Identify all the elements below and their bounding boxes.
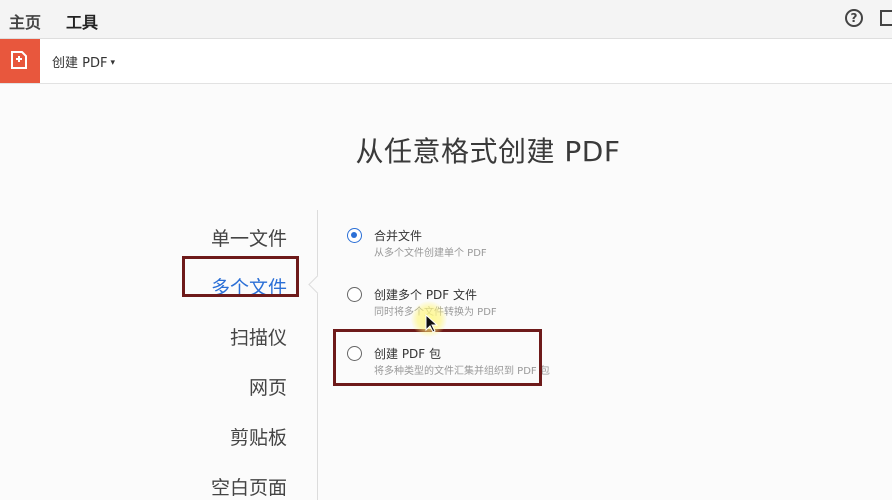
page-title: 从任意格式创建 PDF <box>355 135 621 168</box>
category-single-file[interactable]: 单一文件 <box>211 224 287 251</box>
category-scanner[interactable]: 扫描仪 <box>230 323 287 350</box>
category-blank-page[interactable]: 空白页面 <box>211 473 287 500</box>
radio-create-multiple-pdfs[interactable] <box>347 287 362 302</box>
tab-home[interactable]: 主页 <box>9 9 41 33</box>
tool-bar: 创建 PDF ▾ <box>0 39 892 84</box>
tab-tools[interactable]: 工具 <box>64 9 100 42</box>
option-description: 从多个文件创建单个 PDF <box>374 248 487 259</box>
tool-name-dropdown[interactable]: 创建 PDF ▾ <box>52 52 115 71</box>
category-web-page[interactable]: 网页 <box>249 373 287 400</box>
highlight-box-pdf-portfolio <box>333 329 542 386</box>
mouse-cursor-icon <box>425 314 439 333</box>
highlight-box-multiple-files <box>182 256 299 297</box>
help-icon[interactable]: ? <box>845 9 863 27</box>
tool-name-label: 创建 PDF <box>52 56 108 71</box>
account-icon[interactable] <box>880 10 892 26</box>
chevron-down-icon: ▾ <box>110 58 115 68</box>
category-clipboard[interactable]: 剪贴板 <box>230 423 287 450</box>
create-pdf-icon[interactable] <box>0 39 40 83</box>
option-title: 合并文件 <box>374 229 423 243</box>
panel-divider <box>317 210 318 500</box>
radio-combine-files[interactable] <box>347 228 362 243</box>
top-nav-bar: 主页 工具 ? <box>0 0 892 42</box>
